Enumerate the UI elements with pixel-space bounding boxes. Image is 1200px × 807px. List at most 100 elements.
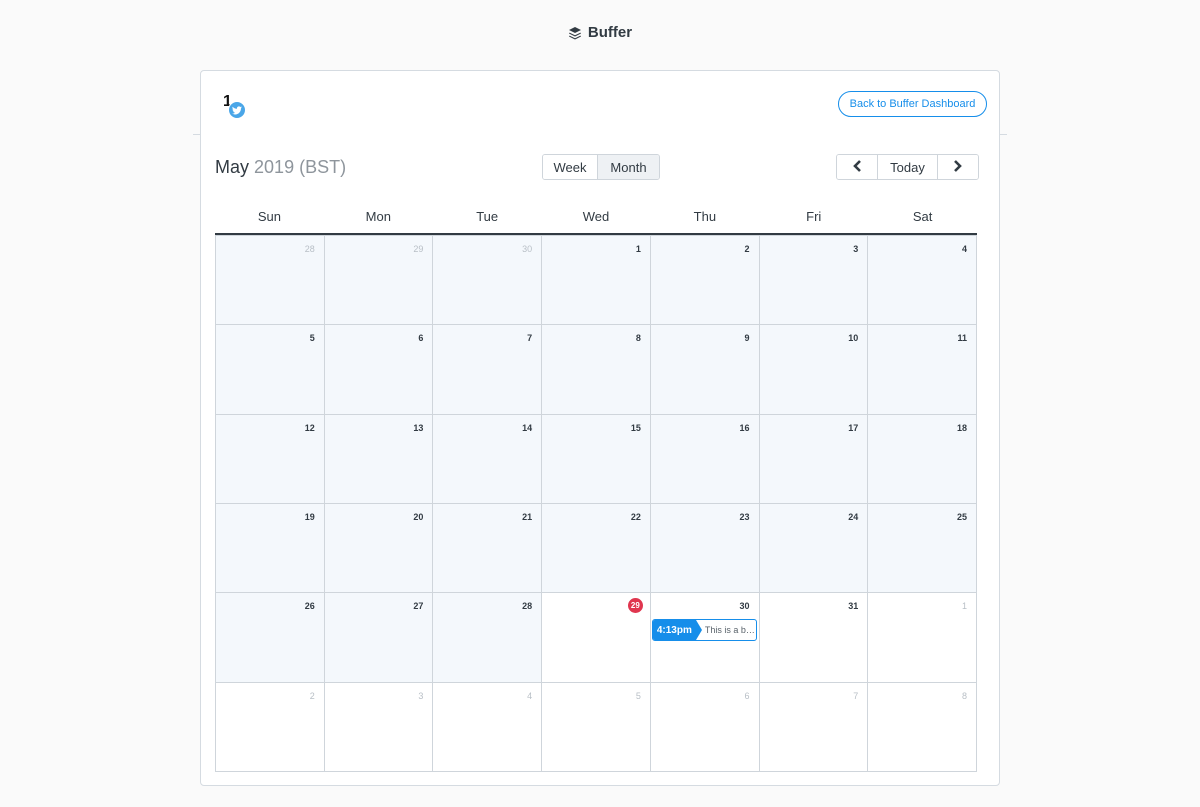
- day-cell[interactable]: 25: [868, 503, 977, 593]
- day-cell[interactable]: 5: [216, 324, 325, 414]
- day-number: 31: [848, 601, 859, 612]
- day-cell[interactable]: 22: [542, 503, 651, 593]
- day-number: 3: [853, 244, 859, 254]
- day-cell[interactable]: 23: [650, 503, 760, 593]
- day-number: 1: [635, 244, 641, 254]
- day-cell[interactable]: 31: [759, 592, 869, 682]
- weekday-header: Sun Mon Tue Wed Thu Fri Sat: [215, 201, 977, 235]
- post-preview-text: This is a bu...: [704, 625, 756, 636]
- brand-logo: Buffer: [0, 24, 1200, 41]
- day-cell[interactable]: 3: [759, 235, 869, 325]
- day-cell[interactable]: 2: [216, 681, 325, 771]
- today-button[interactable]: Today: [878, 155, 938, 179]
- day-cell[interactable]: 26: [216, 592, 325, 682]
- day-cell[interactable]: 3: [324, 681, 434, 771]
- day-cell[interactable]: 9: [650, 324, 760, 414]
- day-number: 13: [413, 422, 424, 433]
- day-cell[interactable]: 17: [759, 413, 869, 503]
- day-cell[interactable]: 7: [433, 324, 543, 414]
- day-cell[interactable]: 20: [324, 503, 434, 593]
- calendar-grid: 28 29 30 1 2 3 4 5 6 7 8 9 10 11 12 13 14 15 16 17 18 19 20 21 2…: [215, 235, 977, 772]
- week-view-button[interactable]: Week: [543, 155, 598, 179]
- day-cell[interactable]: 12: [216, 413, 325, 503]
- day-number: 26: [304, 601, 315, 612]
- day-number: 29: [413, 244, 424, 254]
- day-cell[interactable]: 27: [324, 592, 434, 682]
- weekday-label: Tue: [476, 209, 499, 224]
- day-number: 6: [418, 333, 424, 344]
- day-cell[interactable]: 30 4:13pm This is a bu...: [650, 592, 760, 682]
- month-name: May: [215, 157, 250, 177]
- day-cell[interactable]: 19: [216, 503, 325, 593]
- day-number: 7: [527, 333, 533, 344]
- day-cell[interactable]: 28: [216, 235, 325, 325]
- day-cell[interactable]: 6: [650, 681, 760, 771]
- weekday-label: Thu: [693, 209, 717, 224]
- day-number: 30: [739, 601, 750, 612]
- day-cell[interactable]: 8: [542, 324, 651, 414]
- day-number: 15: [630, 422, 641, 433]
- day-number: 4: [527, 690, 533, 701]
- day-number: 16: [739, 422, 750, 433]
- back-to-dashboard-button[interactable]: Back to Buffer Dashboard: [838, 91, 987, 117]
- day-number: 2: [744, 244, 750, 254]
- month-view-button[interactable]: Month: [598, 155, 659, 179]
- day-cell[interactable]: 16: [650, 413, 760, 503]
- day-number: 27: [413, 601, 424, 612]
- day-cell[interactable]: 8: [868, 681, 977, 771]
- day-number: 5: [635, 690, 641, 701]
- day-number: 22: [630, 512, 641, 522]
- day-number: 28: [304, 244, 315, 254]
- day-number: 6: [744, 690, 750, 701]
- day-cell[interactable]: 1: [542, 235, 651, 325]
- day-number: 11: [957, 333, 967, 344]
- day-number: 23: [739, 512, 750, 522]
- weekday-label: Wed: [582, 209, 610, 224]
- year-timezone: 2019 (BST): [254, 157, 347, 177]
- day-number: 3: [418, 690, 424, 701]
- profile-avatar[interactable]: 1: [217, 91, 247, 121]
- day-number: 21: [522, 512, 533, 522]
- day-number: 10: [848, 333, 859, 344]
- day-number: 9: [744, 333, 750, 344]
- day-cell[interactable]: 4: [433, 681, 543, 771]
- day-cell[interactable]: 10: [759, 324, 869, 414]
- day-cell[interactable]: 14: [433, 413, 543, 503]
- day-number: 14: [522, 422, 533, 433]
- day-cell[interactable]: 21: [433, 503, 543, 593]
- day-cell[interactable]: 24: [759, 503, 869, 593]
- day-cell[interactable]: 29: [324, 235, 434, 325]
- day-cell[interactable]: 6: [324, 324, 434, 414]
- weekday-label: Sat: [912, 209, 933, 224]
- day-cell[interactable]: 5: [542, 681, 651, 771]
- day-cell[interactable]: 18: [868, 413, 977, 503]
- day-cell[interactable]: 1: [868, 592, 977, 682]
- day-cell[interactable]: 13: [324, 413, 434, 503]
- day-cell[interactable]: 30: [433, 235, 543, 325]
- day-cell[interactable]: 15: [542, 413, 651, 503]
- day-cell[interactable]: 7: [759, 681, 869, 771]
- brand-name: Buffer: [587, 24, 633, 41]
- card-header: 1 Back to Buffer Dashboard: [201, 71, 999, 135]
- day-number: 1: [961, 601, 967, 612]
- month-title: May 2019 (BST): [215, 157, 346, 178]
- next-button[interactable]: [938, 155, 978, 179]
- day-number: 2: [309, 690, 315, 701]
- day-number: 19: [304, 512, 315, 522]
- day-number: 18: [956, 422, 967, 433]
- day-cell[interactable]: 2: [650, 235, 760, 325]
- previous-button[interactable]: [837, 155, 878, 179]
- scheduled-post[interactable]: 4:13pm This is a bu...: [651, 619, 757, 642]
- day-cell[interactable]: 11: [868, 324, 977, 414]
- day-number: 24: [848, 512, 859, 522]
- day-cell[interactable]: 28: [433, 592, 543, 682]
- day-number: 12: [304, 422, 315, 433]
- day-number: 7: [853, 690, 859, 701]
- weekday-label: Sun: [257, 209, 281, 224]
- day-cell[interactable]: 29: [542, 592, 651, 682]
- day-number: 8: [635, 333, 641, 344]
- day-cell[interactable]: 4: [868, 235, 977, 325]
- day-number: 17: [848, 422, 859, 433]
- twitter-icon: [228, 101, 246, 119]
- weekday-label: Mon: [365, 209, 391, 224]
